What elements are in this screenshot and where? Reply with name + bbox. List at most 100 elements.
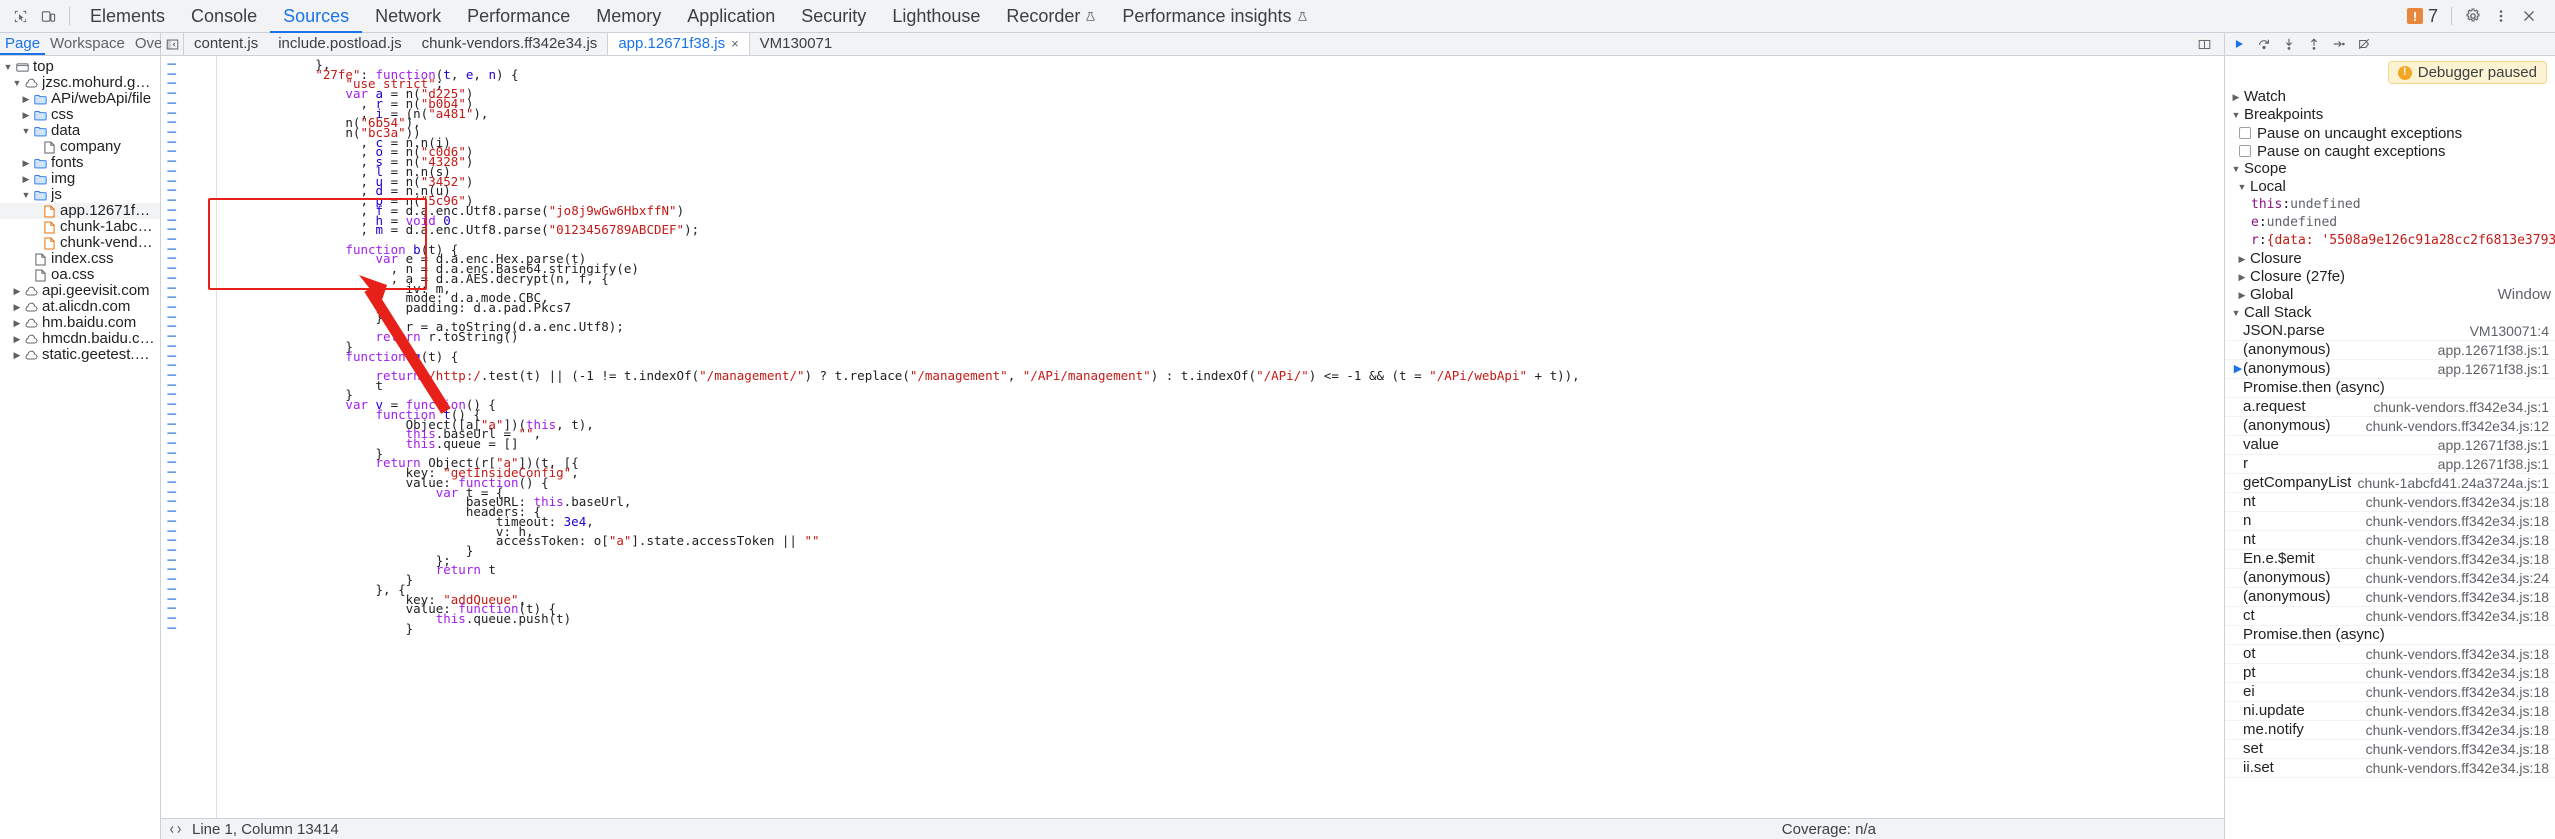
tree-twisty-right[interactable]: ▶ <box>11 299 23 315</box>
tree-node-hmcdn-baidu-com[interactable]: ▶ hmcdn.baidu.com <box>0 331 160 347</box>
panel-tab-elements[interactable]: Elements <box>77 0 178 33</box>
call-stack-frame[interactable]: r app.12671f38.js:1 <box>2225 455 2555 474</box>
panel-tab-memory[interactable]: Memory <box>583 0 674 33</box>
tree-node-css[interactable]: ▶ css <box>0 107 160 123</box>
panel-tab-sources[interactable]: Sources <box>270 0 362 33</box>
tree-twisty-down[interactable]: ▼ <box>11 75 23 91</box>
navigator-tab-page[interactable]: Page <box>0 33 45 55</box>
call-stack-frame[interactable]: ni.update chunk-vendors.ff342e34.js:18 <box>2225 702 2555 721</box>
tree-twisty-right[interactable]: ▶ <box>11 331 23 347</box>
tree-node-fonts[interactable]: ▶ fonts <box>0 155 160 171</box>
scope-group-local[interactable]: ▼ Local <box>2225 178 2555 196</box>
scope-entry-r[interactable]: r: {data: '5508a9e126c91a28cc2f6813e3793… <box>2225 232 2555 250</box>
tree-node-js[interactable]: ▼ js <box>0 187 160 203</box>
file-tab-app-12671f38-js[interactable]: app.12671f38.js × <box>607 33 750 55</box>
file-tab-content-js[interactable]: content.js <box>184 33 268 55</box>
step-into-icon[interactable] <box>2281 36 2297 52</box>
call-stack-frame[interactable]: nt chunk-vendors.ff342e34.js:18 <box>2225 493 2555 512</box>
call-stack-frame[interactable]: me.notify chunk-vendors.ff342e34.js:18 <box>2225 721 2555 740</box>
panel-tab-console[interactable]: Console <box>178 0 270 33</box>
call-stack-frame[interactable]: nt chunk-vendors.ff342e34.js:18 <box>2225 531 2555 550</box>
call-stack-frame[interactable]: value app.12671f38.js:1 <box>2225 436 2555 455</box>
call-stack-frame[interactable]: (anonymous) chunk-vendors.ff342e34.js:24 <box>2225 569 2555 588</box>
checkbox[interactable] <box>2239 145 2251 157</box>
scope-section-header[interactable]: ▼ Scope <box>2225 160 2555 178</box>
call-stack-frame[interactable]: ▶ (anonymous) app.12671f38.js:1 <box>2225 360 2555 379</box>
inspect-cursor-icon[interactable] <box>6 3 34 29</box>
navigator-tab-workspace[interactable]: Workspace <box>45 33 130 55</box>
call-stack-frame[interactable]: getCompanyList chunk-1abcfd41.24a3724a.js… <box>2225 474 2555 493</box>
device-toolbar-icon[interactable] <box>34 3 62 29</box>
tree-node-chunk-1abcfd41-24a3724a-js[interactable]: chunk-1abcfd41.24a3724a.js <box>0 219 160 235</box>
panel-tab-performance-insights[interactable]: Performance insights <box>1109 0 1320 33</box>
call-stack-frame[interactable]: Promise.then (async) <box>2225 626 2555 645</box>
tree-node-api-geevisit-com[interactable]: ▶ api.geevisit.com <box>0 283 160 299</box>
split-view-icon[interactable] <box>2190 31 2218 57</box>
file-tab-chunk-vendors-ff342e34-js[interactable]: chunk-vendors.ff342e34.js <box>412 33 608 55</box>
fold-gutter[interactable]: − − − − − − − − − − − − − − − − − − − − − − − − − − − − − − − − − − − − − − − −… <box>161 56 183 818</box>
call-stack-frame[interactable]: (anonymous) chunk-vendors.ff342e34.js:18 <box>2225 588 2555 607</box>
tree-twisty-right[interactable]: ▶ <box>20 91 32 107</box>
tree-node-at-alicdn-com[interactable]: ▶ at.alicdn.com <box>0 299 160 315</box>
call-stack-frame[interactable]: ii.set chunk-vendors.ff342e34.js:18 <box>2225 759 2555 778</box>
call-stack-frame[interactable]: (anonymous) app.12671f38.js:1 <box>2225 341 2555 360</box>
tree-node-oa-css[interactable]: oa.css <box>0 267 160 283</box>
show-navigator-icon[interactable] <box>161 33 184 55</box>
tree-node-app-12671f38-js[interactable]: app.12671f38.js <box>0 203 160 219</box>
call-stack-frame[interactable]: ei chunk-vendors.ff342e34.js:18 <box>2225 683 2555 702</box>
step-out-icon[interactable] <box>2306 36 2322 52</box>
scope-group-closure-27fe-[interactable]: ▶ Closure (27fe) <box>2225 268 2555 286</box>
tree-node-data[interactable]: ▼ data <box>0 123 160 139</box>
file-tab-include-postload-js[interactable]: include.postload.js <box>268 33 411 55</box>
call-stack-frame[interactable]: ct chunk-vendors.ff342e34.js:18 <box>2225 607 2555 626</box>
tree-twisty-down[interactable]: ▼ <box>20 123 32 139</box>
call-stack-section-header[interactable]: ▼ Call Stack <box>2225 304 2555 322</box>
tree-twisty-right[interactable]: ▶ <box>20 155 32 171</box>
fold-marker[interactable]: − <box>161 619 183 636</box>
scope-group-closure[interactable]: ▶ Closure <box>2225 250 2555 268</box>
tree-twisty-right[interactable]: ▶ <box>11 347 23 363</box>
call-stack-frame[interactable]: set chunk-vendors.ff342e34.js:18 <box>2225 740 2555 759</box>
source-code-content[interactable]: }, "27fe": function(t, e, n) { "use stri… <box>217 56 2224 818</box>
tree-node-static-geetest-com[interactable]: ▶ static.geetest.com <box>0 347 160 363</box>
call-stack-frame[interactable]: ot chunk-vendors.ff342e34.js:18 <box>2225 645 2555 664</box>
call-stack-frame[interactable]: pt chunk-vendors.ff342e34.js:18 <box>2225 664 2555 683</box>
panel-tab-recorder[interactable]: Recorder <box>993 0 1109 33</box>
tree-node-hm-baidu-com[interactable]: ▶ hm.baidu.com <box>0 315 160 331</box>
tree-node-jzsc-mohurd-gov-cn[interactable]: ▼ jzsc.mohurd.gov.cn <box>0 75 160 91</box>
gear-icon[interactable] <box>2459 3 2487 29</box>
tree-node-index-css[interactable]: index.css <box>0 251 160 267</box>
tree-node-chunk-vendors-ff342e34-js[interactable]: chunk-vendors.ff342e34.js <box>0 235 160 251</box>
scope-group-global[interactable]: ▶ Global Window <box>2225 286 2555 304</box>
tree-twisty-right[interactable]: ▶ <box>11 315 23 331</box>
step-over-icon[interactable] <box>2256 36 2272 52</box>
panel-tab-application[interactable]: Application <box>674 0 788 33</box>
tree-twisty-down[interactable]: ▼ <box>20 187 32 203</box>
file-tab-vm130071[interactable]: VM130071 <box>750 33 843 55</box>
resume-script-icon[interactable] <box>2231 36 2247 52</box>
error-count-badge[interactable]: ! 7 <box>2406 6 2438 27</box>
checkbox[interactable] <box>2239 127 2251 139</box>
panel-tab-performance[interactable]: Performance <box>454 0 583 33</box>
call-stack-frame[interactable]: Promise.then (async) <box>2225 379 2555 398</box>
close-tab-icon[interactable]: × <box>731 33 739 55</box>
call-stack-frame[interactable]: En.e.$emit chunk-vendors.ff342e34.js:18 <box>2225 550 2555 569</box>
watch-section-header[interactable]: ▶ Watch <box>2225 88 2555 106</box>
scope-entry-e[interactable]: e: undefined <box>2225 214 2555 232</box>
panel-tab-security[interactable]: Security <box>788 0 879 33</box>
breakpoint-option-pause-on-caught-exceptions[interactable]: Pause on caught exceptions <box>2225 142 2555 160</box>
breakpoints-section-header[interactable]: ▼ Breakpoints <box>2225 106 2555 124</box>
breakpoint-option-pause-on-uncaught-exceptions[interactable]: Pause on uncaught exceptions <box>2225 124 2555 142</box>
kebab-menu-icon[interactable] <box>2487 3 2515 29</box>
call-stack-frame[interactable]: (anonymous) chunk-vendors.ff342e34.js:12 <box>2225 417 2555 436</box>
tree-twisty-right[interactable]: ▶ <box>20 171 32 187</box>
tree-twisty-right[interactable]: ▶ <box>20 107 32 123</box>
call-stack-frame[interactable]: n chunk-vendors.ff342e34.js:18 <box>2225 512 2555 531</box>
pretty-print-icon[interactable] <box>169 823 182 836</box>
panel-tab-lighthouse[interactable]: Lighthouse <box>879 0 993 33</box>
tree-twisty-down[interactable]: ▼ <box>2 59 14 75</box>
panel-tab-network[interactable]: Network <box>362 0 454 33</box>
step-icon[interactable] <box>2331 36 2347 52</box>
close-icon[interactable] <box>2515 3 2543 29</box>
tree-node-top[interactable]: ▼ top <box>0 59 160 75</box>
